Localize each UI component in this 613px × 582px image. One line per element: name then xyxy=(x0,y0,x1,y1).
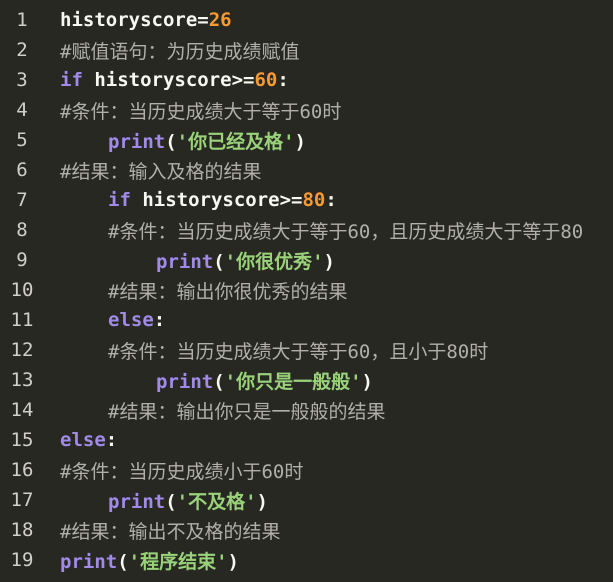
punctuation: : xyxy=(325,189,337,211)
string-literal: '你很优秀' xyxy=(224,250,324,273)
number-literal: 80 xyxy=(302,189,326,211)
code-line[interactable]: 13 print('你只是一般般') xyxy=(0,365,613,395)
identifier: historyscore>= xyxy=(130,189,303,211)
punctuation: ( xyxy=(213,250,225,273)
code-text: print('你已经及格') xyxy=(44,127,306,154)
comment-text: #结果：输入及格的结果 xyxy=(60,160,262,183)
line-number: 7 xyxy=(16,189,28,211)
code-text: if historyscore>=80: xyxy=(44,189,337,211)
code-line[interactable]: 4 #条件：当历史成绩大于等于60时 xyxy=(0,95,613,125)
code-text: else: xyxy=(44,309,165,331)
line-number: 10 xyxy=(10,279,34,301)
code-line[interactable]: 10 #结果：输出你很优秀的结果 xyxy=(0,275,613,305)
code-line[interactable]: 6 #结果：输入及格的结果 xyxy=(0,155,613,185)
code-line[interactable]: 8 #条件：当历史成绩大于等于60，且历史成绩大于等于80 xyxy=(0,215,613,245)
comment-text: #结果：输出你很优秀的结果 xyxy=(108,280,348,303)
line-number: 11 xyxy=(10,309,34,331)
comment-text: #条件：当历史成绩大于等于60，且小于80时 xyxy=(108,340,489,363)
punctuation: : xyxy=(153,309,166,331)
line-number: 4 xyxy=(16,99,28,121)
code-editor[interactable]: 1 historyscore=26 2 #赋值语句：为历史成绩赋值 3 if h… xyxy=(0,0,613,582)
line-number: 1 xyxy=(16,9,28,31)
punctuation: ( xyxy=(117,550,129,573)
string-literal: '你只是一般般' xyxy=(224,370,362,393)
code-line[interactable]: 14 #结果：输出你只是一般般的结果 xyxy=(0,395,613,425)
identifier: historyscore>= xyxy=(82,69,255,91)
line-number: 5 xyxy=(16,129,28,151)
code-text: print('你很优秀') xyxy=(44,247,335,274)
comment-text: #条件：当历史成绩大于等于60时 xyxy=(60,100,342,123)
keyword: print xyxy=(108,490,166,513)
number-literal: 60 xyxy=(254,69,278,91)
line-number: 18 xyxy=(10,519,34,541)
comment-text: #结果：输出不及格的结果 xyxy=(60,520,281,543)
punctuation: ) xyxy=(361,370,373,393)
line-number: 3 xyxy=(16,69,28,91)
code-text: else: xyxy=(44,429,117,451)
code-line[interactable]: 3 if historyscore>=60: xyxy=(0,65,613,95)
keyword: print xyxy=(60,550,118,573)
keyword: if xyxy=(108,189,131,211)
keyword: print xyxy=(156,250,214,273)
string-literal: '不及格' xyxy=(176,490,257,513)
code-line[interactable]: 7 if historyscore>=80: xyxy=(0,185,613,215)
punctuation: ( xyxy=(165,490,177,513)
line-number: 14 xyxy=(10,399,34,421)
comment-text: #条件：当历史成绩大于等于60，且历史成绩大于等于80 xyxy=(108,220,584,243)
comment-text: #结果：输出你只是一般般的结果 xyxy=(108,400,386,423)
line-number: 19 xyxy=(10,549,34,571)
punctuation: ( xyxy=(165,130,177,153)
identifier: historyscore= xyxy=(60,9,209,31)
line-number: 16 xyxy=(10,459,34,481)
punctuation: ) xyxy=(294,130,306,153)
keyword: print xyxy=(108,130,166,153)
line-number: 8 xyxy=(16,219,28,241)
line-number: 2 xyxy=(16,39,28,61)
code-line[interactable]: 2 #赋值语句：为历史成绩赋值 xyxy=(0,35,613,65)
punctuation: : xyxy=(105,429,118,451)
code-text: print('不及格') xyxy=(44,487,268,514)
line-number: 6 xyxy=(16,159,28,181)
code-line[interactable]: 12 #条件：当历史成绩大于等于60，且小于80时 xyxy=(0,335,613,365)
number-literal: 26 xyxy=(208,9,232,31)
punctuation: ) xyxy=(323,250,335,273)
code-text: historyscore=26 xyxy=(44,9,232,31)
punctuation: : xyxy=(277,69,289,91)
code-line[interactable]: 16 #条件：当历史成绩小于60时 xyxy=(0,455,613,485)
code-text: print('程序结束') xyxy=(44,547,239,574)
keyword: else xyxy=(108,309,154,331)
code-line[interactable]: 1 historyscore=26 xyxy=(0,5,613,35)
line-number: 15 xyxy=(10,429,34,451)
code-line[interactable]: 17 print('不及格') xyxy=(0,485,613,515)
code-line[interactable]: 15 else: xyxy=(0,425,613,455)
punctuation: ) xyxy=(256,490,268,513)
punctuation: ( xyxy=(213,370,225,393)
line-number: 9 xyxy=(16,249,28,271)
line-number: 12 xyxy=(10,339,34,361)
code-line[interactable]: 19 print('程序结束') xyxy=(0,545,613,575)
punctuation: ) xyxy=(227,550,239,573)
string-literal: '你已经及格' xyxy=(176,130,295,153)
line-number: 13 xyxy=(10,369,34,391)
code-line[interactable]: 9 print('你很优秀') xyxy=(0,245,613,275)
code-text: if historyscore>=60: xyxy=(44,69,289,91)
keyword: else xyxy=(60,429,106,451)
line-number: 17 xyxy=(10,489,34,511)
code-text: print('你只是一般般') xyxy=(44,367,373,394)
keyword: if xyxy=(60,69,83,91)
code-line[interactable]: 5 print('你已经及格') xyxy=(0,125,613,155)
comment-text: #赋值语句：为历史成绩赋值 xyxy=(60,40,300,63)
keyword: print xyxy=(156,370,214,393)
string-literal: '程序结束' xyxy=(128,550,228,573)
code-line[interactable]: 18 #结果：输出不及格的结果 xyxy=(0,515,613,545)
code-line[interactable]: 11 else: xyxy=(0,305,613,335)
comment-text: #条件：当历史成绩小于60时 xyxy=(60,460,304,483)
